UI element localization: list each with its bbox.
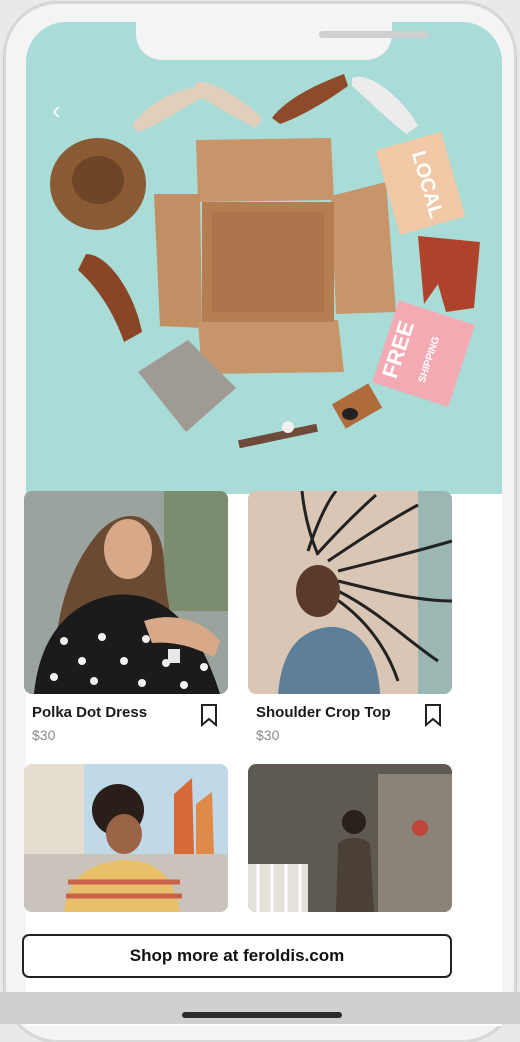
- product-card[interactable]: Shoulder Crop Top $30: [248, 491, 452, 743]
- product-card[interactable]: Polka Dot Dress $30: [24, 491, 228, 743]
- product-price: $30: [32, 727, 56, 743]
- hero-banner: LOCAL FREE SHIPPING ‹: [26, 22, 502, 494]
- bookmark-icon[interactable]: [424, 703, 442, 727]
- product-price: $30: [256, 727, 280, 743]
- product-card[interactable]: [24, 764, 228, 912]
- product-card[interactable]: [248, 764, 452, 912]
- speaker-grille: [319, 31, 429, 38]
- product-name: Polka Dot Dress: [32, 704, 148, 721]
- hero-illustration: LOCAL FREE SHIPPING: [50, 74, 480, 449]
- free-shipping-badge: FREE SHIPPING: [372, 300, 475, 407]
- hat-icon: [50, 138, 146, 230]
- product-photo[interactable]: [24, 764, 228, 912]
- shorts-icon: [418, 236, 480, 312]
- shop-more-button[interactable]: Shop more at feroldis.com: [22, 934, 452, 978]
- product-photo[interactable]: [248, 491, 452, 694]
- watch-icon: [238, 421, 318, 449]
- sneaker-icon: [352, 76, 418, 134]
- woman-coat-image: [248, 764, 452, 912]
- bottom-bar: [0, 992, 520, 1024]
- sunglasses-icon: [331, 383, 383, 429]
- woman-striped-top-image: [24, 764, 228, 912]
- boot-icon: [272, 74, 348, 124]
- bookmark-icon[interactable]: [200, 703, 218, 727]
- open-box: [154, 138, 396, 374]
- chevron-left-icon[interactable]: ‹: [52, 97, 76, 123]
- local-badge: LOCAL: [375, 131, 466, 236]
- loafers-icon: [132, 81, 262, 132]
- home-indicator[interactable]: [182, 1012, 342, 1018]
- notch: [136, 22, 429, 60]
- woman-braids-image: [248, 491, 452, 694]
- product-photo[interactable]: [248, 764, 452, 912]
- product-photo[interactable]: [24, 491, 228, 694]
- ankle-boot-icon: [78, 254, 142, 342]
- woman-polka-dot-image: [24, 491, 228, 694]
- product-name: Shoulder Crop Top: [256, 704, 391, 721]
